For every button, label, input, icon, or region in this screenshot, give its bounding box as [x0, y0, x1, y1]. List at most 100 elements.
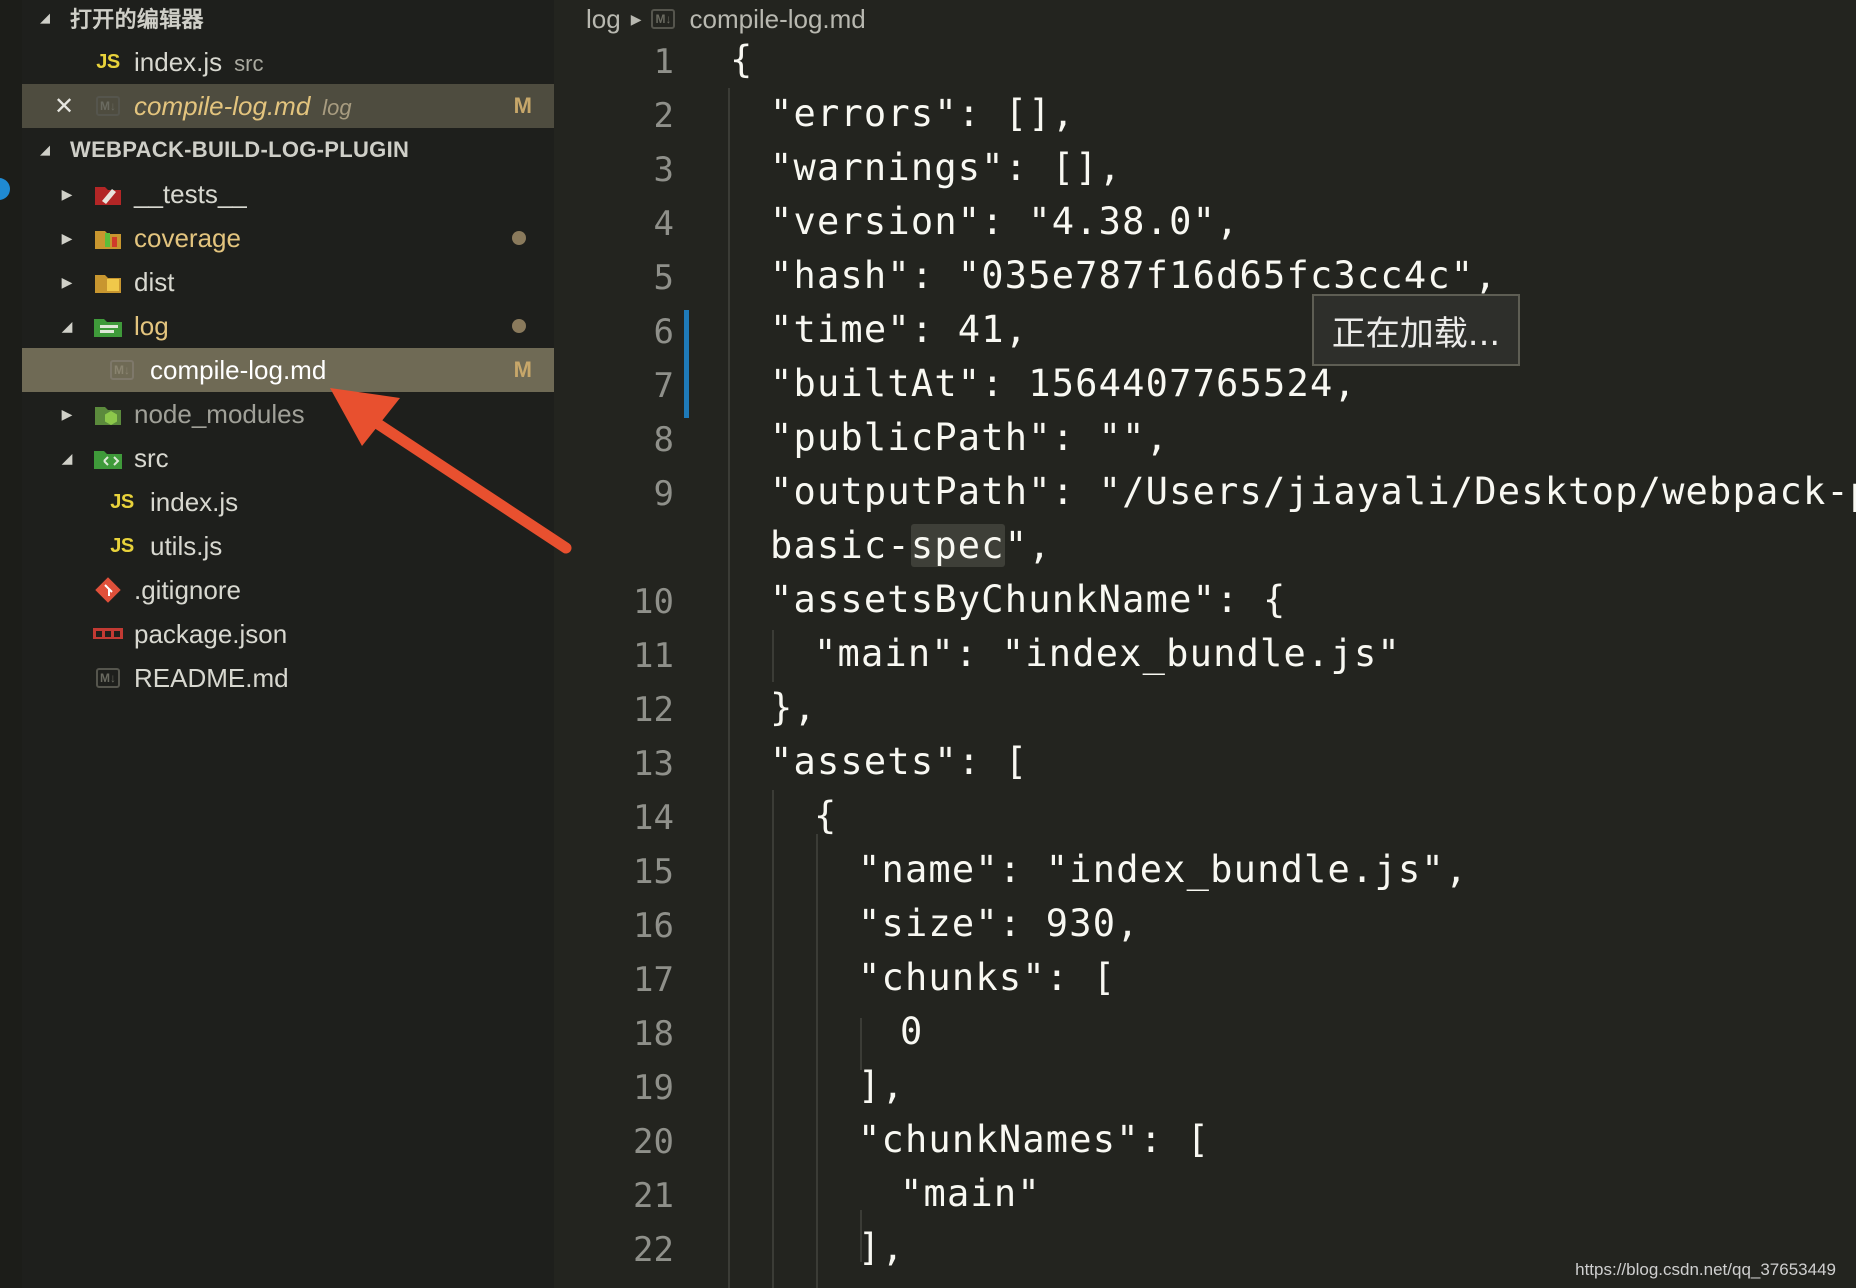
tree-item-label: package.json: [134, 618, 288, 649]
line-number: 21: [633, 1176, 674, 1216]
tree-item-label: .gitignore: [134, 574, 241, 605]
code-line: "name": "index_bundle.js",: [858, 848, 1469, 891]
code-line: "main": [900, 1172, 1041, 1215]
open-editors-title: 打开的编辑器: [70, 7, 204, 32]
tree-item-dist[interactable]: ▶ dist: [22, 260, 554, 304]
line-number: 17: [633, 960, 674, 1000]
activity-indicator: [0, 178, 10, 200]
tree-item-coverage[interactable]: ▶ coverage: [22, 216, 554, 260]
tests-folder-icon: [92, 180, 124, 208]
src-folder-icon: [92, 444, 124, 472]
open-editor-item-index-js[interactable]: JS index.js src: [22, 40, 554, 84]
open-editor-desc: log: [322, 94, 352, 120]
line-number: 4: [653, 204, 674, 244]
code-line: {: [814, 794, 838, 837]
tree-item-gitignore[interactable]: .gitignore: [22, 568, 554, 612]
tree-item-label: dist: [134, 266, 175, 297]
chevron-right-icon: ▶: [61, 273, 73, 290]
markdown-file-icon: M↓: [651, 9, 676, 29]
tree-item-label: README.md: [134, 662, 289, 693]
open-editor-desc: src: [234, 50, 264, 76]
change-indicator: [684, 310, 689, 418]
indent-guide: [772, 790, 774, 1288]
chevron-right-icon: ▶: [630, 10, 642, 27]
code-line: "size": 930,: [858, 902, 1140, 945]
line-number: 11: [633, 636, 674, 676]
open-editor-label: compile-log.md: [134, 90, 311, 121]
modified-badge: M: [513, 93, 532, 118]
chevron-down-icon: ◢: [40, 142, 51, 157]
line-number: 7: [653, 366, 674, 406]
line-number: 6: [653, 312, 674, 352]
line-number: 9: [653, 474, 674, 514]
open-editor-label: index.js: [134, 46, 223, 77]
watermark: https://blog.csdn.net/qq_37653449: [1575, 1260, 1836, 1279]
code-line: "version": "4.38.0",: [770, 200, 1240, 243]
project-header[interactable]: ◢ WEBPACK-BUILD-LOG-PLUGIN: [22, 132, 554, 168]
tree-item-label: log: [134, 310, 169, 341]
line-number: 5: [653, 258, 674, 298]
line-number: 13: [633, 744, 674, 784]
open-editors-header[interactable]: ◢ 打开的编辑器: [22, 0, 554, 36]
tree-item-src[interactable]: ◢ src: [22, 436, 554, 480]
markdown-file-icon: M↓: [92, 664, 124, 692]
node-modules-folder-icon: [92, 400, 124, 428]
code-line: "outputPath": "/Users/jiayali/Desktop/we…: [770, 470, 1856, 513]
tree-item-node-modules[interactable]: ▶ node_modules: [22, 392, 554, 436]
modified-badge: M: [513, 357, 532, 382]
line-number: 14: [633, 798, 674, 838]
code-line: },: [770, 686, 817, 729]
js-file-icon: JS: [96, 50, 120, 73]
coverage-folder-icon: [92, 224, 124, 252]
tree-item-utils-js[interactable]: JS utils.js: [22, 524, 554, 568]
code-line: "assets": [: [770, 740, 1029, 783]
tree-item-compile-log[interactable]: M↓ compile-log.md M: [22, 348, 554, 392]
line-number: 18: [633, 1014, 674, 1054]
word-highlight: spec: [910, 524, 1005, 567]
code-line: "assetsByChunkName": {: [770, 578, 1287, 621]
breadcrumb-file[interactable]: compile-log.md: [689, 4, 865, 35]
code-line: 0: [900, 1010, 924, 1053]
chevron-down-icon: ◢: [61, 317, 73, 334]
modified-dot: [512, 231, 526, 245]
sidebar: ◢ 打开的编辑器 JS index.js src ✕ M↓ compile-log…: [0, 0, 554, 1288]
tree-item-label: index.js: [150, 486, 239, 517]
code-line: "publicPath": "",: [770, 416, 1170, 459]
tree-item-index-js[interactable]: JS index.js: [22, 480, 554, 524]
open-editor-item-compile-log[interactable]: ✕ M↓ compile-log.md log M: [22, 84, 554, 128]
tree-item-readme[interactable]: M↓ README.md: [22, 656, 554, 700]
indent-guide: [816, 834, 818, 1288]
line-number: 12: [633, 690, 674, 730]
loading-tooltip: 正在加载...: [1312, 294, 1520, 366]
code-line: "chunks": [: [858, 956, 1117, 999]
code-editor[interactable]: 1 2 3 4 5 6 7 8 9 10 11 12 13 14 15 16 1…: [554, 38, 1856, 1288]
tree-item-label: __tests__: [134, 178, 247, 209]
dist-folder-icon: [92, 268, 124, 296]
tree-item-label: compile-log.md: [150, 354, 327, 385]
line-number: 10: [633, 582, 674, 622]
code-line: {: [730, 38, 754, 81]
js-file-icon: JS: [110, 534, 134, 557]
tree-item-log[interactable]: ◢ log: [22, 304, 554, 348]
line-number: 20: [633, 1122, 674, 1162]
npm-file-icon: [92, 620, 124, 648]
chevron-right-icon: ▶: [61, 185, 73, 202]
code-line: "main": "index_bundle.js": [814, 632, 1401, 675]
close-icon[interactable]: ✕: [54, 92, 74, 121]
line-number: 3: [653, 150, 674, 190]
tree-item-label: coverage: [134, 222, 241, 253]
tree-item-package-json[interactable]: package.json: [22, 612, 554, 656]
line-number: 8: [653, 420, 674, 460]
tree-item-label: node_modules: [134, 398, 305, 429]
breadcrumb-folder[interactable]: log: [586, 4, 621, 35]
code-line: ],: [858, 1064, 905, 1107]
log-folder-icon: [92, 312, 124, 340]
chevron-down-icon: ◢: [61, 449, 73, 466]
indent-guide: [728, 88, 730, 1288]
tree-item-tests[interactable]: ▶ __tests__: [22, 172, 554, 216]
code-line: "chunkNames": [: [858, 1118, 1211, 1161]
code-line: "time": 41,: [770, 308, 1029, 351]
code-line: "warnings": [],: [770, 146, 1123, 189]
code-line: ],: [858, 1226, 905, 1269]
tree-item-label: utils.js: [150, 530, 223, 561]
